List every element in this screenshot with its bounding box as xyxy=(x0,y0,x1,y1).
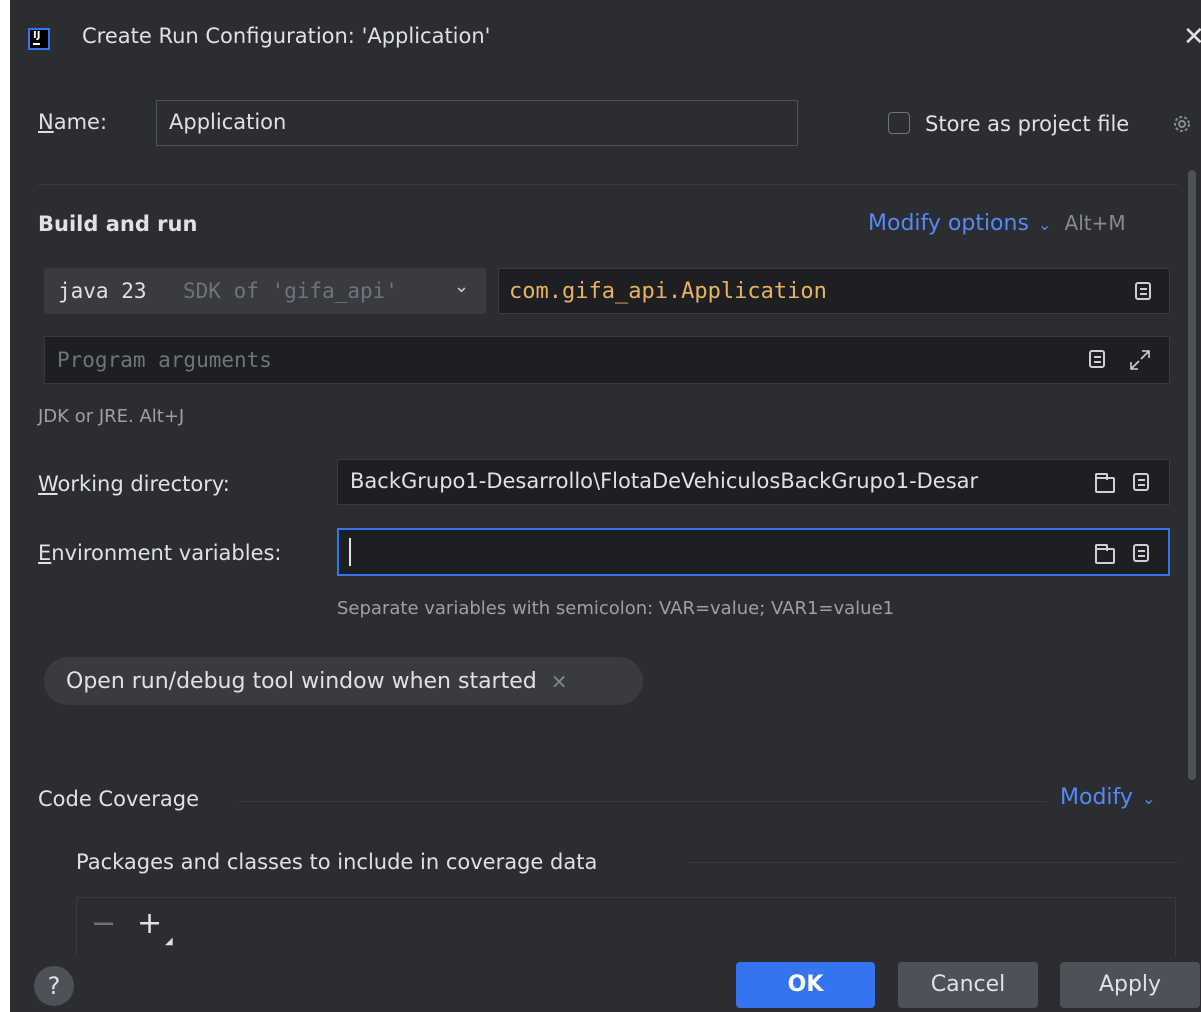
open-tool-window-chip[interactable]: Open run/debug tool window when started × xyxy=(44,657,643,705)
insert-macro-icon[interactable] xyxy=(1089,350,1105,368)
add-icon[interactable]: + xyxy=(137,906,162,941)
packages-label: Packages and classes to include in cover… xyxy=(76,850,598,874)
code-coverage-title: Code Coverage xyxy=(38,787,200,811)
open-tool-window-chip-label: Open run/debug tool window when started xyxy=(66,669,537,694)
working-directory-input[interactable]: BackGrupo1-Desarrollo\FlotaDeVehiculosBa… xyxy=(337,459,1170,505)
packages-divider xyxy=(688,862,1178,863)
remove-chip-icon[interactable]: × xyxy=(551,669,568,693)
modify-options-label: Modify options xyxy=(868,211,1029,236)
store-as-project-file-checkbox[interactable] xyxy=(888,112,910,134)
store-as-project-file-label[interactable]: Store as project file xyxy=(925,112,1129,136)
program-arguments-placeholder: Program arguments xyxy=(57,348,272,372)
expand-icon[interactable] xyxy=(1127,347,1153,373)
working-directory-label: Working directory: xyxy=(38,472,230,496)
name-input[interactable]: Application xyxy=(156,100,798,146)
build-and-run-title: Build and run xyxy=(38,212,198,236)
top-divider xyxy=(38,184,1178,185)
dialog-title: Create Run Configuration: 'Application' xyxy=(82,24,491,48)
edit-variables-icon[interactable] xyxy=(1133,544,1149,562)
environment-variables-label: Environment variables: xyxy=(38,541,282,565)
jdk-suffix: SDK of 'gifa_api' xyxy=(183,279,398,303)
apply-button[interactable]: Apply xyxy=(1060,962,1200,1008)
jdk-hint: JDK or JRE. Alt+J xyxy=(38,406,185,427)
jdk-version: java 23 xyxy=(58,279,147,303)
modify-options-shortcut: Alt+M xyxy=(1064,211,1126,235)
modify-options-link[interactable]: Modify options ⌄ Alt+M xyxy=(868,211,1126,236)
text-caret xyxy=(349,538,351,566)
help-button[interactable]: ? xyxy=(34,966,74,1006)
modify-coverage-label: Modify xyxy=(1060,785,1133,810)
vertical-scrollbar[interactable] xyxy=(1188,170,1196,780)
chevron-down-icon: ⌄ xyxy=(1142,789,1156,808)
program-arguments-input[interactable]: Program arguments xyxy=(44,336,1170,384)
main-class-value: com.gifa_api.Application xyxy=(509,279,827,304)
run-configuration-dialog: IJ Create Run Configuration: 'Applicatio… xyxy=(10,0,1201,1012)
chevron-down-icon: ⌄ xyxy=(454,276,470,297)
modify-coverage-link[interactable]: Modify ⌄ xyxy=(1060,785,1155,810)
intellij-logo-icon: IJ xyxy=(28,28,50,50)
environment-variables-hint: Separate variables with semicolon: VAR=v… xyxy=(337,598,895,619)
ok-button[interactable]: OK xyxy=(736,962,875,1008)
working-directory-value: BackGrupo1-Desarrollo\FlotaDeVehiculosBa… xyxy=(350,469,979,493)
name-input-value: Application xyxy=(169,110,287,134)
main-class-input[interactable]: com.gifa_api.Application xyxy=(498,268,1170,314)
insert-macro-icon[interactable] xyxy=(1133,473,1149,491)
jdk-select[interactable]: java 23 SDK of 'gifa_api' ⌄ xyxy=(44,268,486,314)
close-icon[interactable]: ✕ xyxy=(1183,22,1201,52)
dropdown-corner-icon: ◢ xyxy=(165,936,173,947)
chevron-down-icon: ⌄ xyxy=(1038,215,1052,234)
folder-icon[interactable] xyxy=(1095,544,1115,564)
folder-icon[interactable] xyxy=(1095,473,1115,493)
code-coverage-divider xyxy=(238,801,1046,802)
name-label: Name: xyxy=(38,110,108,134)
remove-icon[interactable]: − xyxy=(91,906,116,941)
cancel-button[interactable]: Cancel xyxy=(898,962,1038,1008)
browse-class-icon[interactable] xyxy=(1135,282,1151,300)
gear-icon[interactable] xyxy=(1170,112,1194,136)
environment-variables-input[interactable] xyxy=(337,528,1170,576)
packages-list[interactable]: − + ◢ xyxy=(76,897,1176,957)
